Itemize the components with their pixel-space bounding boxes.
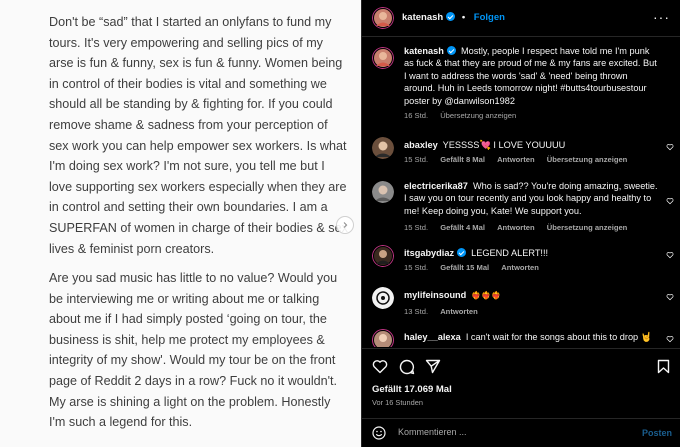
comment-text: mylifeinsound ❤️‍🔥❤️‍🔥❤️‍🔥 — [404, 289, 658, 302]
verified-badge-icon — [446, 46, 456, 55]
comment-text: itsgabydiaz LEGEND ALERT!!! — [404, 247, 658, 259]
heart-icon[interactable] — [666, 251, 674, 259]
comment-time[interactable]: 15 Std. — [404, 223, 428, 232]
comment-meta: 15 Std. Gefällt 4 Mal Antworten Übersetz… — [404, 223, 637, 232]
verified-badge-icon — [446, 12, 456, 21]
comment-body: YESSSS💘 I LOVE YOUUUU — [442, 140, 566, 150]
comment-meta: 13 Std. Antworten — [404, 307, 488, 316]
image-paragraph-2: Are you sad music has little to no value… — [49, 271, 338, 430]
post-header: katenash • Folgen ··· — [362, 0, 680, 37]
avatar[interactable] — [372, 245, 394, 267]
avatar[interactable] — [372, 47, 394, 69]
post-comment-button[interactable]: Posten — [642, 428, 672, 438]
comment-meta: 15 Std. Gefällt 15 Mal Antworten — [404, 263, 549, 272]
heart-icon[interactable] — [666, 293, 674, 301]
comment-text: abaxley YESSSS💘 I LOVE YOUUUU — [404, 139, 658, 151]
caption-text: katenash Mostly, people I respect have t… — [404, 45, 658, 107]
comment-text: haley__alexa I can't wait for the songs … — [404, 331, 658, 343]
post-image: Don't be “sad” that I started an onlyfan… — [0, 0, 361, 447]
comment-bubble-icon[interactable] — [399, 359, 415, 375]
avatar[interactable] — [372, 287, 394, 309]
reply-button[interactable]: Antworten — [497, 223, 535, 232]
avatar[interactable] — [372, 329, 394, 347]
heart-icon[interactable] — [666, 335, 674, 343]
comment-username[interactable]: itsgabydiaz — [404, 248, 454, 258]
comment-meta: 15 Std. Gefällt 8 Mal Antworten Übersetz… — [404, 155, 637, 164]
comment-text: electricerika87 Who is sad?? You're doin… — [404, 180, 658, 217]
comment-likes[interactable]: Gefällt 15 Mal — [440, 263, 489, 272]
comment-likes[interactable]: Gefällt 8 Mal — [440, 155, 485, 164]
heart-icon[interactable] — [666, 197, 674, 205]
comment-body: LEGEND ALERT!!! — [471, 248, 549, 258]
comment-translate-link[interactable]: Übersetzung anzeigen — [547, 155, 628, 164]
avatar[interactable] — [372, 7, 394, 29]
like-count[interactable]: Gefällt 17.069 Mal — [372, 384, 452, 395]
avatar[interactable] — [372, 137, 394, 159]
post-timestamp[interactable]: Vor 16 Stunden — [372, 398, 423, 407]
like-heart-icon[interactable] — [372, 359, 388, 374]
comment-body: ❤️‍🔥❤️‍🔥❤️‍🔥 — [471, 291, 502, 300]
comment-translate-link[interactable]: Übersetzung anzeigen — [547, 223, 628, 232]
verified-badge-icon — [457, 248, 467, 257]
comment-likes[interactable]: Gefällt 4 Mal — [440, 223, 485, 232]
caption-meta: 16 Std. Übersetzung anzeigen — [404, 111, 526, 120]
avatar[interactable] — [372, 181, 394, 203]
comment-body: I can't wait for the songs about this to… — [465, 332, 653, 342]
caption-username[interactable]: katenash — [404, 46, 444, 56]
chevron-right-icon — [343, 222, 348, 228]
comment-time[interactable]: 15 Std. — [404, 155, 428, 164]
comment-time[interactable]: 13 Std. — [404, 307, 428, 316]
comment-time[interactable]: 15 Std. — [404, 263, 428, 272]
reply-button[interactable]: Antworten — [440, 307, 478, 316]
header-username[interactable]: katenash — [402, 12, 443, 23]
caption-time[interactable]: 16 Std. — [404, 111, 428, 120]
reply-button[interactable]: Antworten — [501, 263, 539, 272]
follow-button[interactable]: Folgen — [474, 12, 505, 23]
heart-icon[interactable] — [666, 143, 674, 151]
reply-button[interactable]: Antworten — [497, 155, 535, 164]
comment-bar: Posten — [362, 418, 680, 447]
image-paragraph-1: Don't be “sad” that I started an onlyfan… — [49, 15, 348, 256]
caption-translate-link[interactable]: Übersetzung anzeigen — [440, 111, 516, 120]
action-bar — [362, 348, 680, 378]
post-sidebar: katenash • Folgen ··· katenash Mostly, p… — [361, 0, 680, 447]
emoji-icon[interactable] — [372, 426, 386, 440]
comment-username[interactable]: mylifeinsound — [404, 290, 466, 300]
comment-username[interactable]: abaxley — [404, 140, 438, 150]
bookmark-icon[interactable] — [657, 359, 670, 374]
comment-username[interactable]: electricerika87 — [404, 181, 468, 191]
comment-input[interactable] — [398, 427, 618, 437]
comment-username[interactable]: haley__alexa — [404, 332, 461, 342]
more-dots-icon[interactable]: ··· — [653, 9, 670, 25]
next-image-button[interactable] — [336, 216, 354, 234]
share-send-icon[interactable] — [425, 359, 441, 374]
